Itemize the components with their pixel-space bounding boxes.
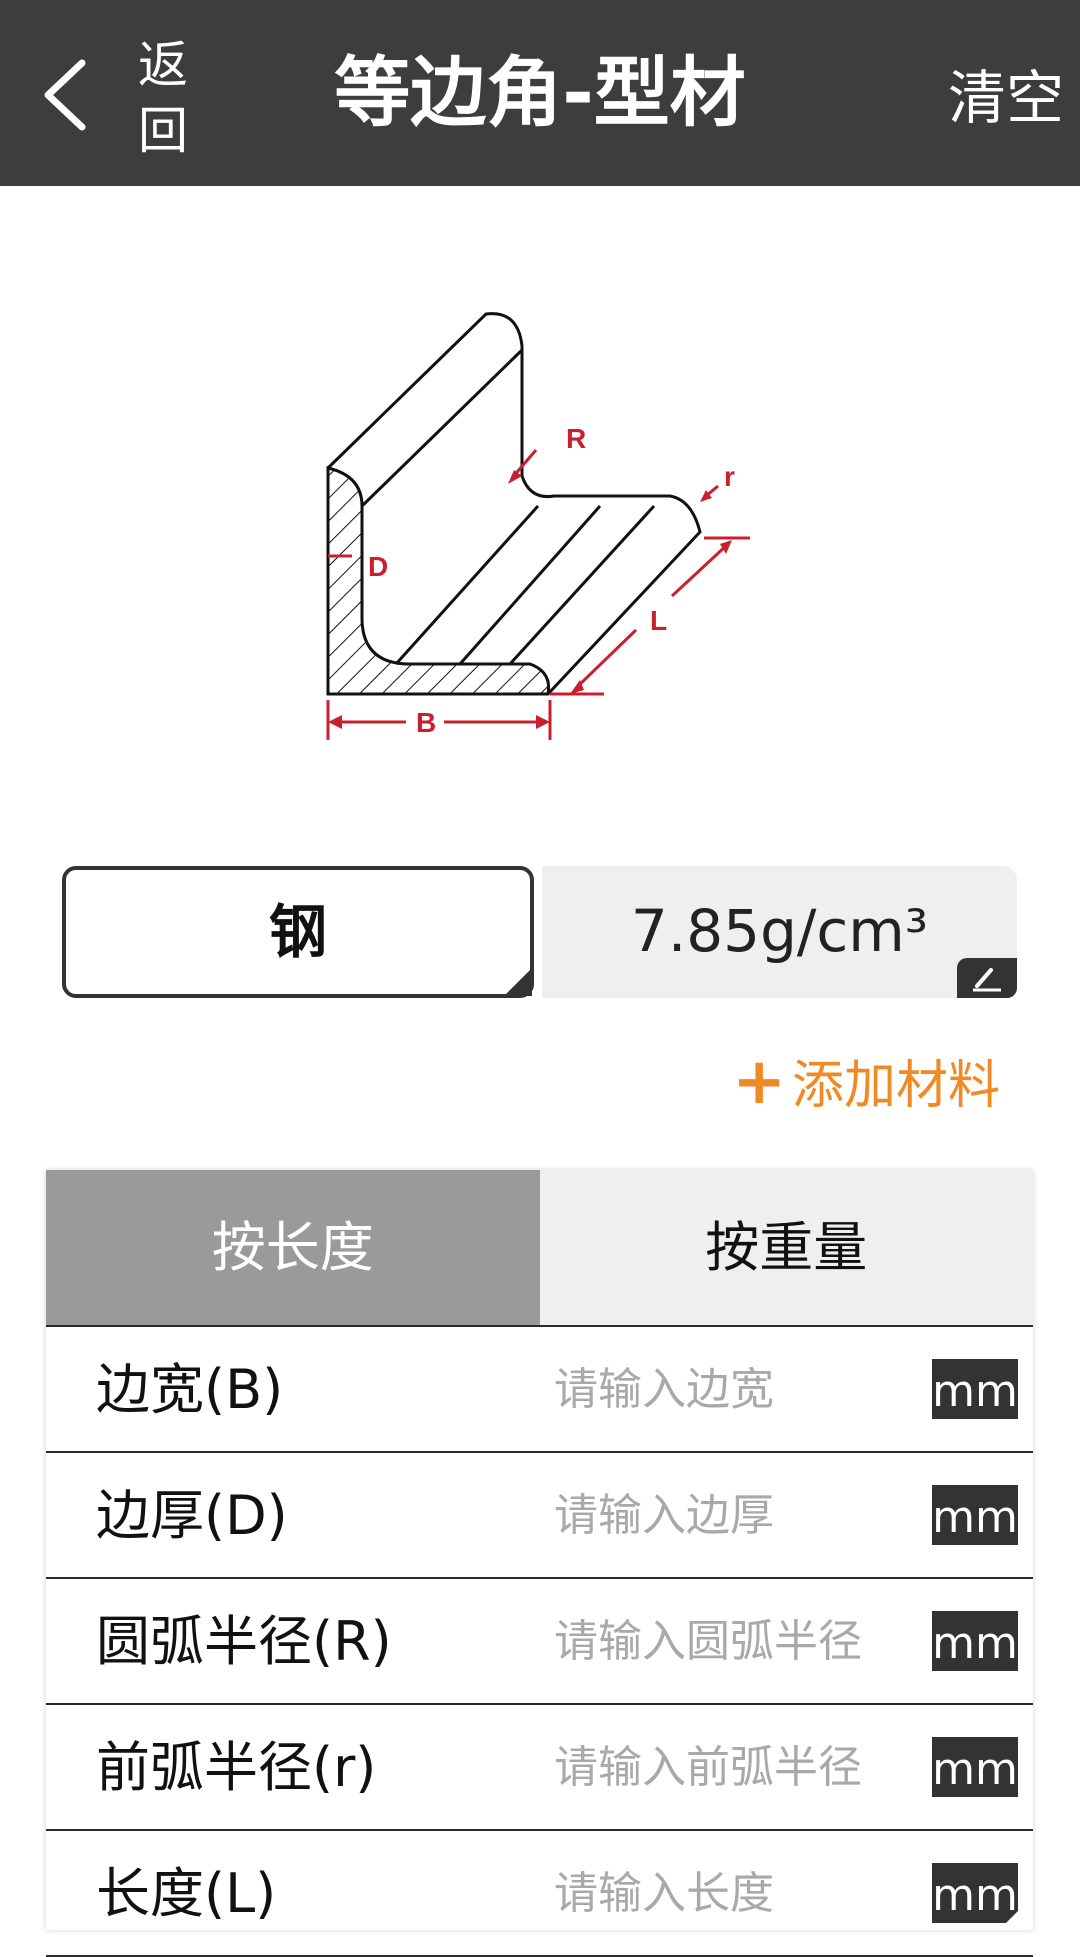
dimension-label-B: B bbox=[416, 707, 436, 738]
dimension-marks bbox=[326, 449, 750, 740]
front-arc-radius-input[interactable] bbox=[554, 1731, 914, 1803]
field-row-thickness: 边厚(D) mm bbox=[46, 1453, 1033, 1579]
unit-selector[interactable]: mm bbox=[932, 1863, 1018, 1923]
field-row-arc-radius: 圆弧半径(R) mm bbox=[46, 1579, 1033, 1705]
page-title: 等边角-型材 bbox=[334, 48, 746, 137]
plus-icon: + bbox=[732, 1045, 786, 1119]
field-row-width: 边宽(B) mm bbox=[46, 1327, 1033, 1453]
back-button[interactable]: 返 回 bbox=[128, 32, 198, 164]
dropdown-corner-icon bbox=[504, 968, 532, 996]
calc-panel: 按长度 按重量 边宽(B) mm 边厚(D) mm 圆弧半径(R) mm 前弧半… bbox=[46, 1170, 1033, 1957]
dimension-label-r: r bbox=[724, 461, 735, 492]
unit-selector[interactable]: mm bbox=[932, 1485, 1018, 1545]
dimension-label-D: D bbox=[368, 551, 388, 582]
field-label: 前弧半径(r) bbox=[96, 1736, 377, 1799]
edit-icon[interactable] bbox=[957, 958, 1017, 998]
width-input[interactable] bbox=[554, 1353, 914, 1425]
material-density-field[interactable]: 7.85g/cm³ bbox=[542, 866, 1017, 998]
equal-angle-diagram: R r D L B bbox=[326, 312, 750, 740]
back-label-line2: 回 bbox=[138, 102, 188, 160]
field-label: 边厚(D) bbox=[96, 1484, 288, 1547]
dropdown-corner-icon bbox=[1006, 1911, 1018, 1923]
add-material-label: 添加材料 bbox=[791, 1056, 1000, 1116]
thickness-input[interactable] bbox=[554, 1479, 914, 1551]
length-input[interactable] bbox=[554, 1857, 914, 1929]
material-name: 钢 bbox=[268, 898, 327, 966]
unit-label: mm bbox=[932, 1870, 1018, 1921]
material-selector: 钢 7.85g/cm³ bbox=[62, 866, 1017, 1002]
tab-by-length[interactable]: 按长度 bbox=[46, 1170, 540, 1325]
unit-selector[interactable]: mm bbox=[932, 1611, 1018, 1671]
angle-profile bbox=[326, 312, 702, 696]
dimension-label-L: L bbox=[650, 605, 667, 636]
field-label: 圆弧半径(R) bbox=[96, 1610, 392, 1673]
unit-selector[interactable]: mm bbox=[932, 1359, 1018, 1419]
back-chevron-icon[interactable] bbox=[34, 55, 104, 135]
field-row-length: 长度(L) mm bbox=[46, 1831, 1033, 1957]
unit-selector[interactable]: mm bbox=[932, 1737, 1018, 1797]
add-material-button[interactable]: + 添加材料 bbox=[732, 1050, 1000, 1116]
calc-mode-tabs: 按长度 按重量 bbox=[46, 1170, 1033, 1327]
field-row-front-arc-radius: 前弧半径(r) mm bbox=[46, 1705, 1033, 1831]
back-label-line1: 返 bbox=[138, 36, 188, 94]
tab-by-weight[interactable]: 按重量 bbox=[539, 1170, 1033, 1325]
arc-radius-input[interactable] bbox=[554, 1605, 914, 1677]
clear-button[interactable]: 清空 bbox=[948, 0, 1064, 186]
field-label: 长度(L) bbox=[96, 1862, 277, 1925]
field-label: 边宽(B) bbox=[96, 1358, 284, 1421]
material-dropdown[interactable]: 钢 bbox=[62, 866, 534, 998]
dimension-label-R: R bbox=[566, 423, 586, 454]
material-density: 7.85g/cm³ bbox=[630, 897, 929, 965]
top-bar: 返 回 等边角-型材 清空 bbox=[0, 0, 1080, 186]
